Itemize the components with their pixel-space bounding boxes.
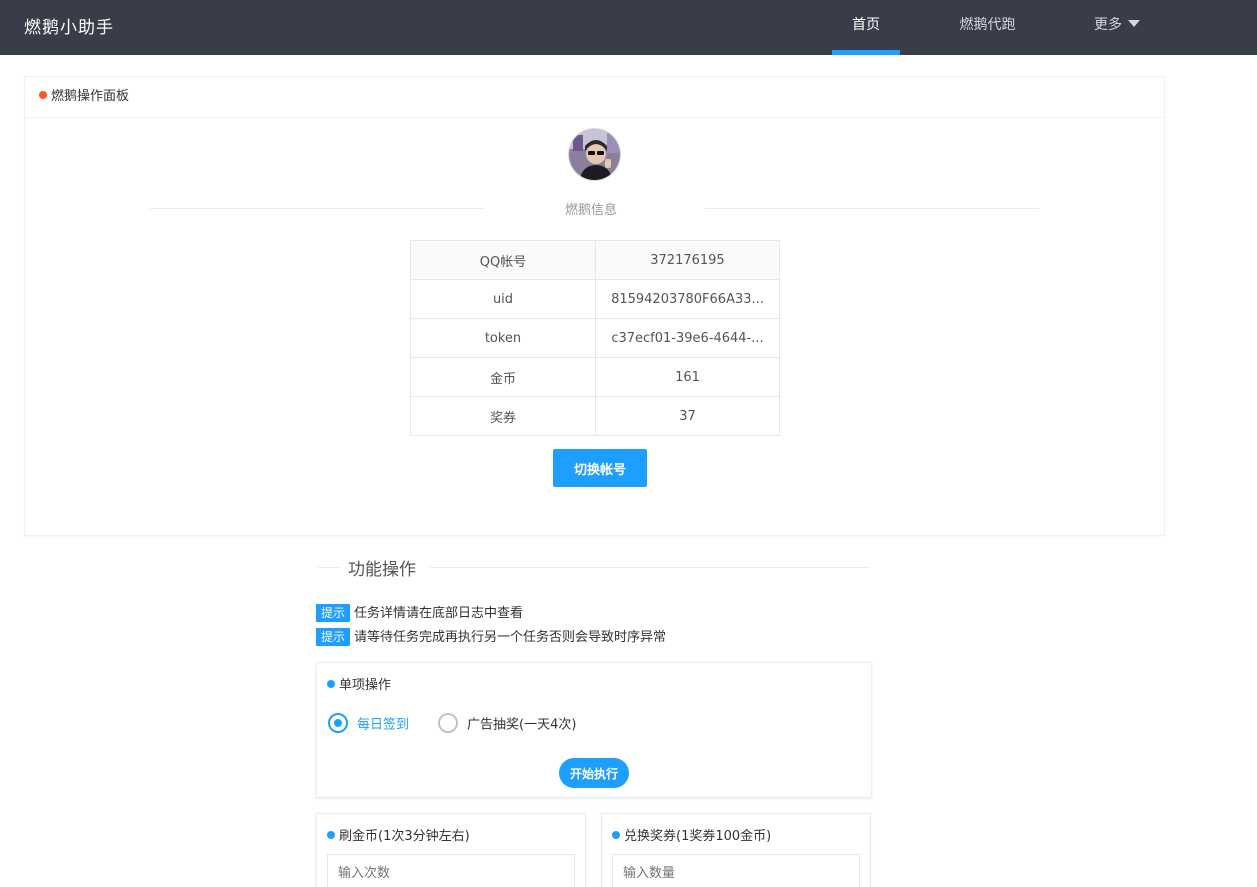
- nav-home-label: 首页: [852, 17, 880, 33]
- quantity-input[interactable]: [612, 854, 860, 887]
- app-title: 燃鹅小助手: [24, 18, 114, 38]
- tip-line: 提示 请等待任务完成再执行另一个任务否则会导致时序异常: [316, 626, 666, 646]
- table-row: 奖券 37: [410, 396, 780, 436]
- tip-text: 任务详情请在底部日志中查看: [354, 606, 524, 621]
- divider: [705, 208, 1039, 209]
- row-value: c37ecf01-39e6-4644-...: [595, 318, 780, 358]
- operation-panel: 燃鹅操作面板 燃鹅信息 QQ帐号 372176195 uid 815942037…: [24, 76, 1165, 536]
- row-key: token: [410, 318, 596, 358]
- nav-more[interactable]: 更多: [1082, 0, 1152, 55]
- table-row: token c37ecf01-39e6-4644-...: [410, 318, 780, 358]
- divider: [150, 208, 484, 209]
- tip-line: 提示 任务详情请在底部日志中查看: [316, 602, 523, 622]
- card-title: 单项操作: [327, 674, 391, 693]
- row-key: 金币: [410, 357, 596, 397]
- table-row: 金币 161: [410, 357, 780, 397]
- avatar-image: [569, 129, 620, 180]
- exchange-title: 兑换奖券(1奖券100金币): [624, 829, 772, 844]
- account-info-table: QQ帐号 372176195 uid 81594203780F66A33... …: [410, 240, 780, 436]
- radio-daily-checkin[interactable]: 每日签到: [328, 713, 409, 733]
- tip-badge: 提示: [316, 628, 351, 646]
- row-key: uid: [410, 279, 596, 319]
- table-row: uid 81594203780F66A33...: [410, 279, 780, 319]
- radio-ad-lottery[interactable]: 广告抽奖(一天4次): [438, 713, 576, 733]
- coins-title: 刷金币(1次3分钟左右): [339, 829, 470, 844]
- radio-unchecked-icon: [438, 713, 458, 733]
- row-value: 37: [595, 396, 780, 436]
- single-operation-card: 单项操作 每日签到 广告抽奖(一天4次) 开始执行: [316, 662, 872, 798]
- row-key: 奖券: [410, 396, 596, 436]
- panel-header: 燃鹅操作面板: [25, 77, 1164, 118]
- tip-text: 请等待任务完成再执行另一个任务否则会导致时序异常: [354, 630, 667, 645]
- dot-icon: [39, 91, 47, 99]
- row-value: 81594203780F66A33...: [595, 279, 780, 319]
- exchange-card: 兑换奖券(1奖券100金币): [601, 813, 871, 887]
- nav-run-label: 燃鹅代跑: [959, 17, 1016, 33]
- nav-home[interactable]: 首页: [832, 0, 900, 55]
- switch-account-button[interactable]: 切换帐号: [553, 449, 647, 487]
- divider: [430, 567, 870, 568]
- radio-label: 广告抽奖(一天4次): [467, 717, 577, 733]
- radio-checked-icon: [328, 713, 348, 733]
- card-title: 兑换奖券(1奖券100金币): [612, 825, 771, 844]
- row-value: 161: [595, 357, 780, 397]
- divider: [318, 567, 340, 568]
- dot-icon: [327, 831, 335, 839]
- times-input[interactable]: [327, 854, 575, 887]
- row-value: 372176195: [595, 240, 780, 280]
- card-title: 刷金币(1次3分钟左右): [327, 825, 470, 844]
- single-operation-title: 单项操作: [339, 678, 392, 693]
- avatar: [568, 128, 621, 181]
- info-label: 燃鹅信息: [565, 203, 618, 218]
- start-execute-button[interactable]: 开始执行: [559, 758, 629, 788]
- dot-icon: [327, 680, 335, 688]
- top-navbar: 燃鹅小助手 首页 燃鹅代跑 更多: [0, 0, 1257, 55]
- table-row: QQ帐号 372176195: [410, 240, 780, 280]
- panel-title: 燃鹅操作面板: [51, 89, 130, 104]
- tip-badge: 提示: [316, 604, 351, 622]
- nav-run[interactable]: 燃鹅代跑: [945, 0, 1030, 55]
- coins-card: 刷金币(1次3分钟左右): [316, 813, 586, 887]
- radio-label: 每日签到: [357, 717, 410, 733]
- nav-more-label: 更多: [1094, 17, 1122, 33]
- functions-title: 功能操作: [348, 560, 416, 580]
- row-key: QQ帐号: [410, 240, 596, 280]
- dot-icon: [612, 831, 620, 839]
- caret-down-icon: [1128, 20, 1140, 27]
